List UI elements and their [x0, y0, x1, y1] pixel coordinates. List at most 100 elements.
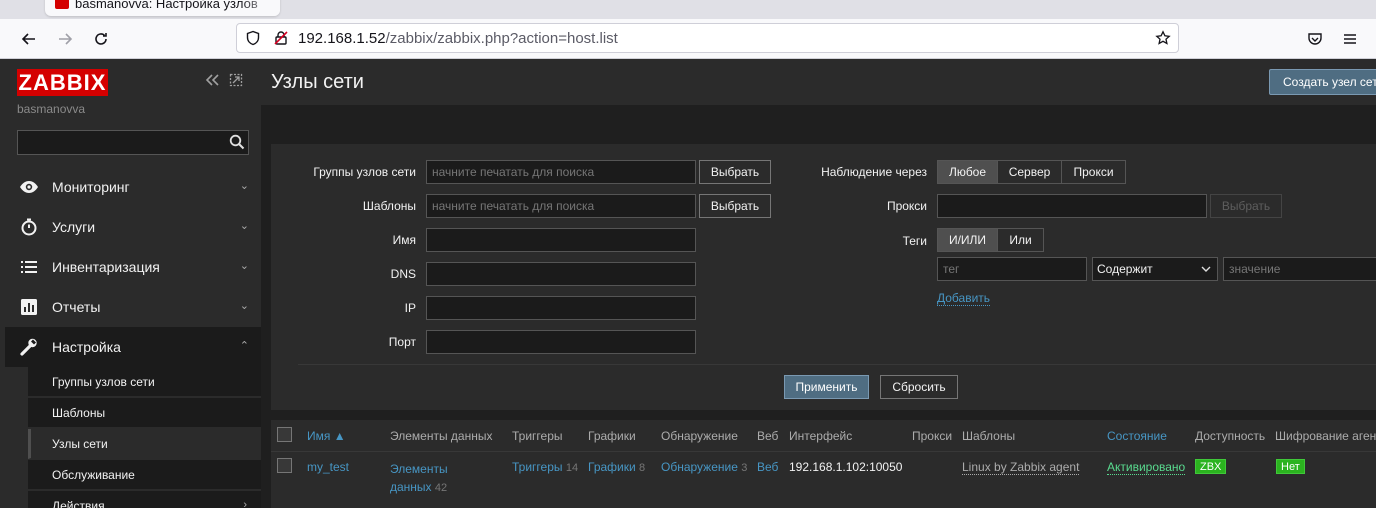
tag-operator-select[interactable]: Содержит — [1092, 257, 1218, 281]
proxy-input[interactable] — [937, 194, 1207, 218]
monitored-by-proxy[interactable]: Прокси — [1061, 160, 1126, 184]
status-toggle-link[interactable]: Активировано — [1107, 460, 1186, 475]
port-label: Порт — [388, 335, 416, 349]
menu-configuration[interactable]: Настройка ⌃ — [5, 327, 261, 367]
row-checkbox[interactable] — [277, 458, 292, 473]
triggers-count: 14 — [565, 462, 579, 474]
chevron-down-icon: ⌄ — [239, 220, 249, 232]
url-bar[interactable]: 192.168.1.52/zabbix/zabbix.php?action=ho… — [236, 23, 1179, 53]
menu-monitoring[interactable]: Мониторинг ⌄ — [5, 167, 261, 207]
app-menu-button[interactable] — [1338, 27, 1362, 51]
port-input[interactable] — [426, 330, 696, 354]
back-button[interactable] — [17, 27, 41, 51]
graphs-link[interactable]: Графики — [588, 460, 636, 474]
sidebar-search-input[interactable] — [17, 130, 249, 155]
zabbix-logo[interactable]: ZABBIX — [17, 69, 108, 96]
template-cell: Linux by Zabbix agent — [962, 460, 1080, 475]
chevron-down-icon: ⌄ — [239, 300, 249, 312]
list-icon — [19, 258, 39, 276]
status-cell: Активировано — [1107, 460, 1186, 475]
page-title: Узлы сети — [271, 71, 364, 93]
menu-inventory[interactable]: Инвентаризация ⌄ — [5, 247, 261, 287]
add-tag-link[interactable]: Добавить — [937, 292, 991, 306]
pocket-button[interactable] — [1303, 27, 1327, 51]
dns-input[interactable] — [426, 262, 696, 286]
reset-button[interactable]: Сбросить — [880, 375, 958, 399]
header-name[interactable]: Имя ▲ — [307, 429, 346, 443]
host-name-link[interactable]: my_test — [307, 460, 349, 474]
filter-divider — [298, 364, 1376, 365]
discovery-cell: Обнаружение 3 — [661, 460, 747, 474]
monitored-by-any[interactable]: Любое — [937, 160, 998, 184]
collapse-sidebar-icon[interactable] — [204, 73, 220, 92]
submenu-hosts[interactable]: Узлы сети — [28, 429, 261, 459]
triggers-link[interactable]: Триггеры — [512, 460, 563, 474]
graphs-cell: Графики 8 — [588, 460, 645, 474]
monitored-by-label: Наблюдение через — [821, 165, 927, 179]
forward-button[interactable] — [53, 27, 77, 51]
tags-and-or[interactable]: И/ИЛИ — [937, 228, 998, 252]
shield-icon[interactable] — [245, 30, 261, 46]
menu-reports[interactable]: Отчеты ⌄ — [5, 287, 261, 327]
submenu-maintenance[interactable]: Обслуживание — [28, 460, 261, 490]
select-all-checkbox[interactable] — [277, 427, 292, 442]
filter-panel: Группы узлов сети начните печатать для п… — [271, 144, 1376, 410]
arrow-left-icon — [21, 33, 35, 45]
header-encryption: Шифрование агента — [1275, 429, 1376, 443]
items-link-cont[interactable]: данных — [390, 480, 432, 494]
menu-services[interactable]: Услуги ⌄ — [5, 207, 261, 247]
dns-label: DNS — [390, 267, 416, 281]
bookmark-star-icon[interactable] — [1155, 30, 1171, 46]
header-triggers: Триггеры — [512, 429, 563, 443]
hosts-table: Имя ▲ Элементы данных Триггеры Графики О… — [271, 420, 1376, 508]
pocket-icon — [1308, 33, 1322, 45]
apply-button[interactable]: Применить — [784, 375, 869, 399]
create-host-button[interactable]: Создать узел сети — [1269, 69, 1376, 95]
search-icon[interactable] — [229, 134, 245, 150]
web-link[interactable]: Веб — [757, 460, 778, 474]
monitored-by-server[interactable]: Сервер — [997, 160, 1062, 184]
chevron-right-icon: › — [243, 499, 247, 508]
insecure-lock-icon[interactable] — [273, 30, 289, 46]
browser-navbar: 192.168.1.52/zabbix/zabbix.php?action=ho… — [0, 19, 1376, 59]
host-groups-label: Группы узлов сети — [313, 165, 416, 179]
proxy-label: Прокси — [886, 199, 927, 213]
tag-name-input[interactable]: тег — [937, 257, 1087, 281]
header-proxy: Прокси — [912, 429, 953, 443]
chevron-up-icon: ⌃ — [239, 340, 249, 352]
ip-input[interactable] — [426, 296, 696, 320]
submenu-actions[interactable]: Действия › — [28, 491, 261, 508]
reload-icon — [95, 33, 107, 45]
host-groups-input[interactable]: начните печатать для поиска — [426, 160, 696, 184]
clock-icon — [19, 218, 39, 236]
header-interface: Интерфейс — [789, 429, 853, 443]
encryption-badge: Нет — [1276, 459, 1305, 474]
host-groups-select-button[interactable]: Выбрать — [699, 160, 771, 184]
arrow-right-icon — [59, 33, 73, 45]
proxy-select-button[interactable]: Выбрать — [1210, 194, 1282, 218]
browser-tab[interactable]: basmanovva: Настройка узлов — [45, 0, 280, 16]
templates-input[interactable]: начните печатать для поиска — [426, 194, 696, 218]
sidebar: ZABBIX basmanovva Мониторинг ⌄ Услуги ⌄ … — [0, 59, 261, 508]
interface-cell: 192.168.1.102:10050 — [789, 460, 903, 474]
kiosk-mode-icon[interactable] — [229, 73, 243, 92]
url-text: 192.168.1.52/zabbix/zabbix.php?action=ho… — [298, 30, 618, 47]
tab-title: basmanovva: Настройка узлов — [75, 0, 258, 11]
header-graphs: Графики — [588, 429, 636, 443]
submenu-templates[interactable]: Шаблоны — [28, 398, 261, 428]
reload-button[interactable] — [89, 27, 113, 51]
templates-select-button[interactable]: Выбрать — [699, 194, 771, 218]
discovery-link[interactable]: Обнаружение — [661, 460, 738, 474]
template-link[interactable]: Linux by Zabbix agent — [962, 460, 1080, 475]
name-input[interactable] — [426, 228, 696, 252]
header-web: Веб — [757, 429, 779, 443]
tags-or[interactable]: Или — [997, 228, 1044, 252]
submenu-host-groups[interactable]: Группы узлов сети — [28, 367, 261, 397]
graphs-count: 8 — [639, 462, 646, 474]
username: basmanovva — [17, 102, 86, 116]
tag-value-input[interactable]: значение — [1223, 257, 1376, 281]
items-count: 42 — [434, 482, 448, 494]
header-status[interactable]: Состояние — [1107, 429, 1167, 443]
header-templates: Шаблоны — [962, 429, 1016, 443]
items-link[interactable]: Элементы — [390, 462, 448, 476]
